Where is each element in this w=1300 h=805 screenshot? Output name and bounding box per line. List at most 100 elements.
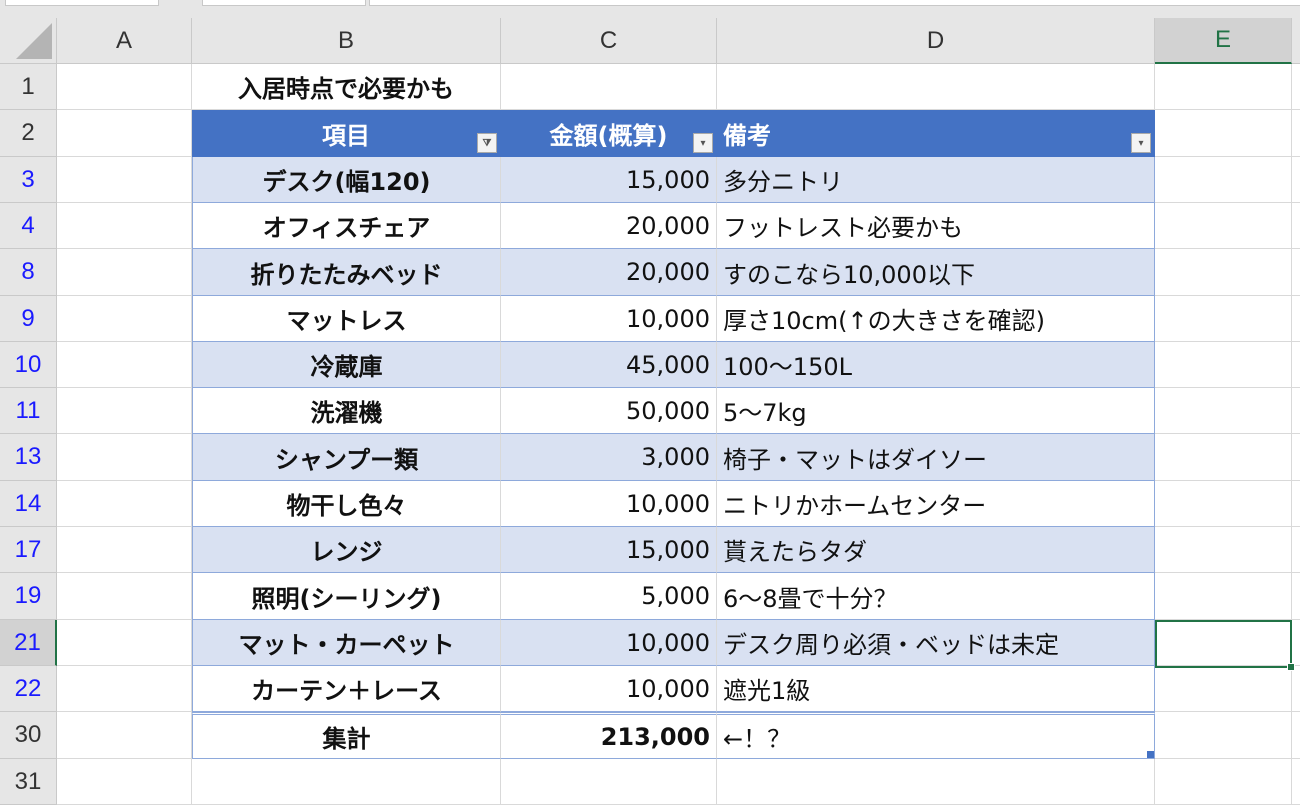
cell-a[interactable] xyxy=(57,620,192,666)
table-amount-cell[interactable]: 20,000 xyxy=(501,203,717,249)
row-header[interactable]: 8 xyxy=(0,249,57,296)
select-all-button[interactable] xyxy=(0,18,57,64)
cell-d[interactable] xyxy=(717,64,1155,110)
table-item-cell[interactable]: 照明(シーリング) xyxy=(192,573,501,620)
table-note-cell[interactable]: フットレスト必要かも xyxy=(717,203,1155,249)
table-amount-cell[interactable]: 5,000 xyxy=(501,573,717,620)
cell-a[interactable] xyxy=(57,527,192,573)
column-header-c[interactable]: C xyxy=(501,18,717,64)
table-item-cell[interactable]: オフィスチェア xyxy=(192,203,501,249)
column-header-d[interactable]: D xyxy=(717,18,1155,64)
table-header-cell[interactable]: 金額(概算) ▾ xyxy=(501,110,717,157)
cell-e[interactable] xyxy=(1155,110,1292,157)
cell-e[interactable] xyxy=(1155,527,1292,573)
table-note-cell[interactable]: 厚さ10cm(↑の大きさを確認) xyxy=(717,296,1155,342)
formula-controls[interactable] xyxy=(202,0,366,6)
cell-e[interactable] xyxy=(1155,342,1292,388)
cell-e[interactable] xyxy=(1155,666,1292,712)
cell-e[interactable] xyxy=(1155,249,1292,296)
table-note-cell[interactable]: 6～8畳で十分？ xyxy=(717,573,1155,620)
cell-b[interactable] xyxy=(192,759,501,805)
table-item-cell[interactable]: デスク(幅120) xyxy=(192,157,501,203)
table-item-cell[interactable]: マット・カーペット xyxy=(192,620,501,666)
table-note-cell[interactable]: 5～7kg xyxy=(717,388,1155,434)
table-item-cell[interactable]: 折りたたみベッド xyxy=(192,249,501,296)
cell-a[interactable] xyxy=(57,481,192,527)
row-header[interactable]: 2 xyxy=(0,110,57,157)
row-header[interactable]: 4 xyxy=(0,203,57,249)
table-amount-cell[interactable]: 3,000 xyxy=(501,434,717,481)
cell-c[interactable] xyxy=(501,759,717,805)
row-header[interactable]: 11 xyxy=(0,388,57,434)
table-item-cell[interactable]: シャンプー類 xyxy=(192,434,501,481)
total-item-cell[interactable]: 集計 xyxy=(192,712,501,759)
table-note-cell[interactable]: 椅子・マットはダイソー xyxy=(717,434,1155,481)
row-header[interactable]: 22 xyxy=(0,666,57,712)
row-header[interactable]: 19 xyxy=(0,573,57,620)
table-item-cell[interactable]: マットレス xyxy=(192,296,501,342)
cell-e[interactable] xyxy=(1155,759,1292,805)
cell-e[interactable] xyxy=(1155,296,1292,342)
cell-a[interactable] xyxy=(57,157,192,203)
cell-e[interactable] xyxy=(1155,573,1292,620)
cell-a[interactable] xyxy=(57,573,192,620)
table-resize-handle[interactable] xyxy=(1147,751,1154,758)
row-header[interactable]: 10 xyxy=(0,342,57,388)
cell-e[interactable] xyxy=(1155,388,1292,434)
title-cell[interactable]: 入居時点で必要かも xyxy=(192,64,501,110)
table-amount-cell[interactable]: 10,000 xyxy=(501,666,717,712)
total-amount-cell[interactable]: 213,000 xyxy=(501,712,717,759)
cell-d[interactable] xyxy=(717,759,1155,805)
cell-e[interactable] xyxy=(1155,64,1292,110)
table-amount-cell[interactable]: 15,000 xyxy=(501,527,717,573)
formula-bar[interactable] xyxy=(369,0,1300,6)
row-header[interactable]: 30 xyxy=(0,712,57,759)
table-note-cell[interactable]: 貰えたらタダ xyxy=(717,527,1155,573)
row-header[interactable]: 1 xyxy=(0,64,57,110)
row-header[interactable]: 13 xyxy=(0,434,57,481)
cell-a[interactable] xyxy=(57,388,192,434)
table-amount-cell[interactable]: 10,000 xyxy=(501,481,717,527)
cell-a[interactable] xyxy=(57,249,192,296)
total-note-cell[interactable]: ←！？ xyxy=(717,712,1155,759)
table-header-cell[interactable]: 項目 ⧩ xyxy=(192,110,501,157)
table-item-cell[interactable]: 冷蔵庫 xyxy=(192,342,501,388)
row-header[interactable]: 9 xyxy=(0,296,57,342)
filter-dropdown-icon[interactable]: ▾ xyxy=(693,133,713,153)
table-note-cell[interactable]: 遮光1級 xyxy=(717,666,1155,712)
name-box[interactable] xyxy=(5,0,159,6)
cell-a[interactable] xyxy=(57,110,192,157)
table-item-cell[interactable]: 物干し色々 xyxy=(192,481,501,527)
column-header-a[interactable]: A xyxy=(57,18,192,64)
row-header[interactable]: 31 xyxy=(0,759,57,805)
table-amount-cell[interactable]: 15,000 xyxy=(501,157,717,203)
table-note-cell[interactable]: 100～150L xyxy=(717,342,1155,388)
table-amount-cell[interactable]: 10,000 xyxy=(501,620,717,666)
table-item-cell[interactable]: レンジ xyxy=(192,527,501,573)
cell-a[interactable] xyxy=(57,64,192,110)
cell-a[interactable] xyxy=(57,434,192,481)
cell-e[interactable] xyxy=(1155,157,1292,203)
row-header[interactable]: 14 xyxy=(0,481,57,527)
column-header-e[interactable]: E xyxy=(1155,18,1292,64)
table-item-cell[interactable]: カーテン＋レース xyxy=(192,666,501,712)
cell-a[interactable] xyxy=(57,666,192,712)
active-cell-e21[interactable] xyxy=(1155,620,1295,671)
filter-active-icon[interactable]: ⧩ xyxy=(477,133,497,153)
cell-c[interactable] xyxy=(501,64,717,110)
row-header[interactable]: 3 xyxy=(0,157,57,203)
table-amount-cell[interactable]: 45,000 xyxy=(501,342,717,388)
table-note-cell[interactable]: デスク周り必須・ベッドは未定 xyxy=(717,620,1155,666)
table-item-cell[interactable]: 洗濯機 xyxy=(192,388,501,434)
cell-e[interactable] xyxy=(1155,481,1292,527)
column-header-b[interactable]: B xyxy=(192,18,501,64)
table-note-cell[interactable]: ニトリかホームセンター xyxy=(717,481,1155,527)
cell-e[interactable] xyxy=(1155,434,1292,481)
table-header-cell[interactable]: 備考 ▾ xyxy=(717,110,1155,157)
cell-a[interactable] xyxy=(57,342,192,388)
cell-a[interactable] xyxy=(57,759,192,805)
table-amount-cell[interactable]: 20,000 xyxy=(501,249,717,296)
table-note-cell[interactable]: すのこなら10,000以下 xyxy=(717,249,1155,296)
cell-a[interactable] xyxy=(57,712,192,759)
filter-dropdown-icon[interactable]: ▾ xyxy=(1131,133,1151,153)
